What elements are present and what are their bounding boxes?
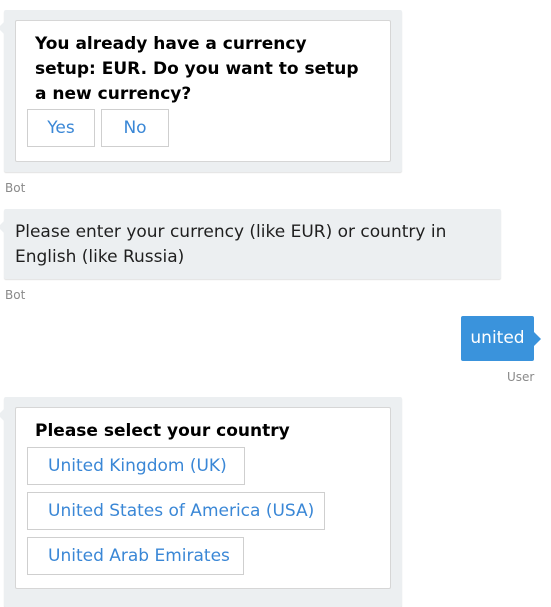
sender-label-bot: Bot bbox=[5, 288, 26, 302]
bubble-tail bbox=[0, 22, 4, 34]
card-title: You already have a currency setup: EUR. … bbox=[35, 34, 359, 104]
user-message: united bbox=[461, 316, 541, 361]
bubble-tail bbox=[534, 332, 541, 346]
bubble-tail bbox=[0, 221, 4, 233]
bot-message-currency-confirm: You already have a currency setup: EUR. … bbox=[0, 10, 402, 172]
message-text: united bbox=[470, 328, 525, 348]
sender-label-user: User bbox=[507, 370, 535, 384]
card-title: Please select your country bbox=[35, 421, 290, 441]
no-button[interactable]: No bbox=[101, 109, 169, 147]
sender-label-bot: Bot bbox=[5, 181, 26, 195]
bot-message-enter-currency: Please enter your currency (like EUR) or… bbox=[0, 209, 501, 279]
yes-button[interactable]: Yes bbox=[27, 109, 95, 147]
message-text: Please enter your currency (like EUR) or… bbox=[15, 222, 447, 267]
hero-card: You already have a currency setup: EUR. … bbox=[15, 20, 391, 162]
hero-card: Please select your country United Kingdo… bbox=[15, 407, 391, 589]
united-kingdom-button[interactable]: United Kingdom (UK) bbox=[27, 447, 245, 485]
bubble-tail bbox=[0, 409, 4, 421]
united-states-button[interactable]: United States of America (USA) bbox=[27, 492, 325, 530]
united-arab-emirates-button[interactable]: United Arab Emirates bbox=[27, 537, 244, 575]
chat-history: You already have a currency setup: EUR. … bbox=[0, 0, 551, 607]
bot-message-country-select: Please select your country United Kingdo… bbox=[0, 397, 402, 607]
